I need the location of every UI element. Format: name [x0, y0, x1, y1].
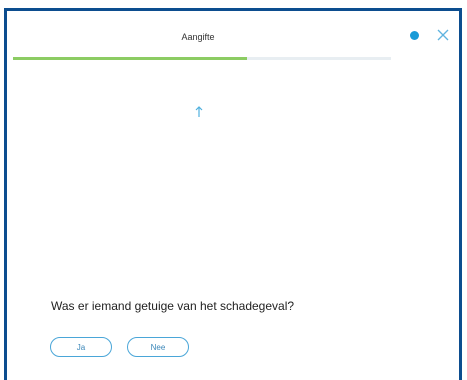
close-icon[interactable] — [435, 27, 451, 43]
dialog-window: Aangifte Was er iemand getuige van het s… — [4, 8, 462, 380]
status-dot-icon — [410, 31, 419, 40]
yes-button[interactable]: Ja — [50, 337, 112, 357]
progress-bar — [13, 57, 391, 60]
dialog-title: Aangifte — [181, 32, 215, 42]
arrow-up-icon — [194, 105, 204, 117]
progress-bar-fill — [13, 57, 248, 60]
no-button[interactable]: Nee — [127, 337, 189, 357]
question-text: Was er iemand getuige van het schadegeva… — [51, 299, 295, 313]
dialog-header: Aangifte — [7, 11, 459, 61]
